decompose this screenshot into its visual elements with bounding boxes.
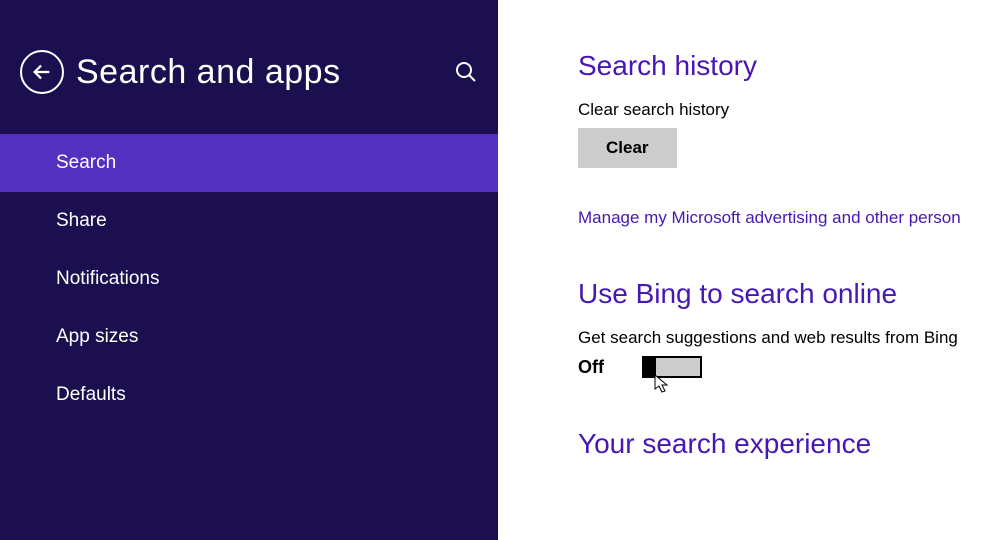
sidebar-item-defaults[interactable]: Defaults [0, 366, 498, 424]
clear-history-label: Clear search history [578, 100, 1000, 120]
back-button[interactable] [20, 50, 64, 94]
sidebar-item-app-sizes[interactable]: App sizes [0, 308, 498, 366]
toggle-state-label: Off [578, 357, 604, 378]
sidebar-item-label: Notifications [56, 268, 160, 289]
cursor-icon [654, 374, 670, 399]
section-heading-bing: Use Bing to search online [578, 278, 1000, 310]
header: Search and apps [0, 50, 498, 134]
sidebar-item-label: Defaults [56, 384, 126, 405]
sidebar-item-share[interactable]: Share [0, 192, 498, 250]
bing-suggestions-label: Get search suggestions and web results f… [578, 328, 1000, 348]
toggle-thumb [642, 356, 656, 378]
bing-toggle[interactable] [642, 356, 702, 378]
search-icon[interactable] [454, 60, 478, 84]
sidebar-item-notifications[interactable]: Notifications [0, 250, 498, 308]
sidebar-item-label: Share [56, 210, 107, 231]
manage-advertising-link[interactable]: Manage my Microsoft advertising and othe… [578, 208, 1000, 228]
back-arrow-icon [31, 61, 53, 83]
page-title: Search and apps [76, 53, 454, 92]
sidebar-item-label: App sizes [56, 326, 138, 347]
sidebar-item-label: Search [56, 152, 116, 173]
sidebar-item-search[interactable]: Search [0, 134, 498, 192]
section-heading-search-history: Search history [578, 50, 1000, 82]
sidebar: Search and apps Search Share Notificatio… [0, 0, 498, 540]
main-content: Search history Clear search history Clea… [498, 0, 1000, 540]
clear-button[interactable]: Clear [578, 128, 677, 168]
section-heading-search-experience: Your search experience [578, 428, 1000, 460]
bing-toggle-row: Off [578, 356, 1000, 378]
